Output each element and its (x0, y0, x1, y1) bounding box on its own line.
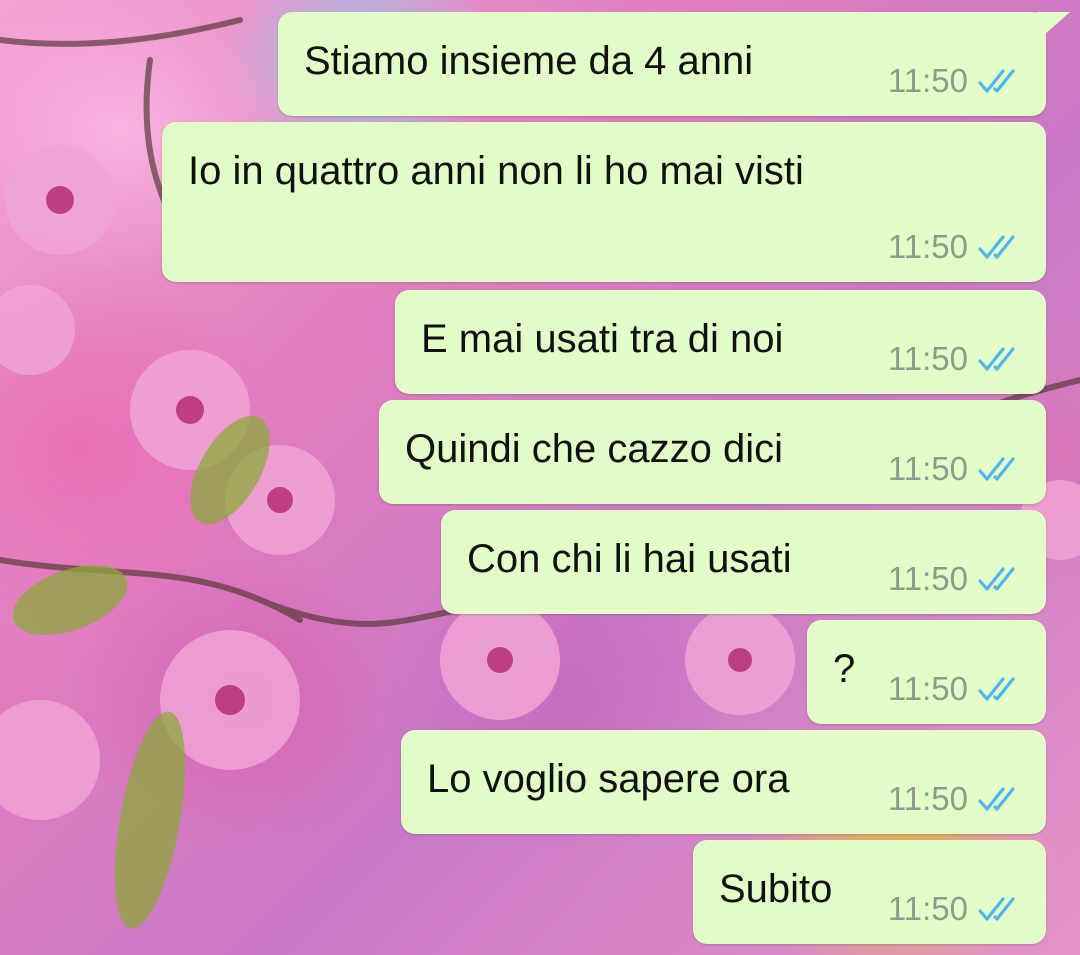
message-text: Subito (719, 867, 833, 911)
message-meta: 11:50 (888, 341, 1022, 377)
message-bubble[interactable]: Con chi li hai usati 11:50 (441, 510, 1046, 614)
read-double-check-icon (978, 897, 1015, 921)
message-meta: 11:50 (888, 561, 1022, 597)
message-text: Con chi li hai usati (467, 537, 792, 581)
message-time: 11:50 (887, 450, 968, 487)
message-bubble[interactable]: E mai usati tra di noi 11:50 (395, 290, 1046, 394)
message-bubble[interactable]: Lo voglio sapere ora 11:50 (401, 730, 1046, 834)
message-time: 11:50 (887, 560, 968, 597)
message-bubble[interactable]: Stiamo insieme da 4 anni 11:50 (278, 12, 1046, 116)
message-meta: 11:50 (888, 891, 1022, 927)
read-double-check-icon (978, 347, 1015, 371)
message-time: 11:50 (887, 890, 968, 927)
message-meta: 11:50 (888, 451, 1022, 487)
message-meta: 11:50 (888, 63, 1022, 99)
read-double-check-icon (978, 567, 1015, 591)
message-time: 11:50 (887, 780, 968, 817)
read-double-check-icon (978, 69, 1015, 93)
read-double-check-icon (978, 235, 1015, 259)
bubble-tail (1036, 12, 1070, 42)
message-bubble[interactable]: Subito 11:50 (693, 840, 1046, 944)
message-bubble[interactable]: Io in quattro anni non li ho mai visti 1… (162, 122, 1046, 282)
message-time: 11:50 (887, 670, 968, 707)
message-text: E mai usati tra di noi (421, 317, 784, 361)
message-time: 11:50 (887, 340, 968, 377)
message-meta: 11:50 (888, 671, 1022, 707)
read-double-check-icon (978, 677, 1015, 701)
read-double-check-icon (978, 787, 1015, 811)
message-text: ? (833, 647, 856, 691)
message-text: Io in quattro anni non li ho mai visti (188, 149, 804, 193)
message-text: Stiamo insieme da 4 anni (304, 39, 754, 83)
message-meta: 11:50 (888, 781, 1022, 817)
message-time: 11:50 (887, 228, 968, 265)
message-time: 11:50 (887, 62, 968, 99)
message-bubble[interactable]: ? 11:50 (807, 620, 1046, 724)
message-bubble[interactable]: Quindi che cazzo dici 11:50 (379, 400, 1046, 504)
message-text: Quindi che cazzo dici (405, 427, 783, 471)
message-text: Lo voglio sapere ora (427, 757, 790, 801)
message-meta: 11:50 (888, 229, 1022, 265)
read-double-check-icon (978, 457, 1015, 481)
